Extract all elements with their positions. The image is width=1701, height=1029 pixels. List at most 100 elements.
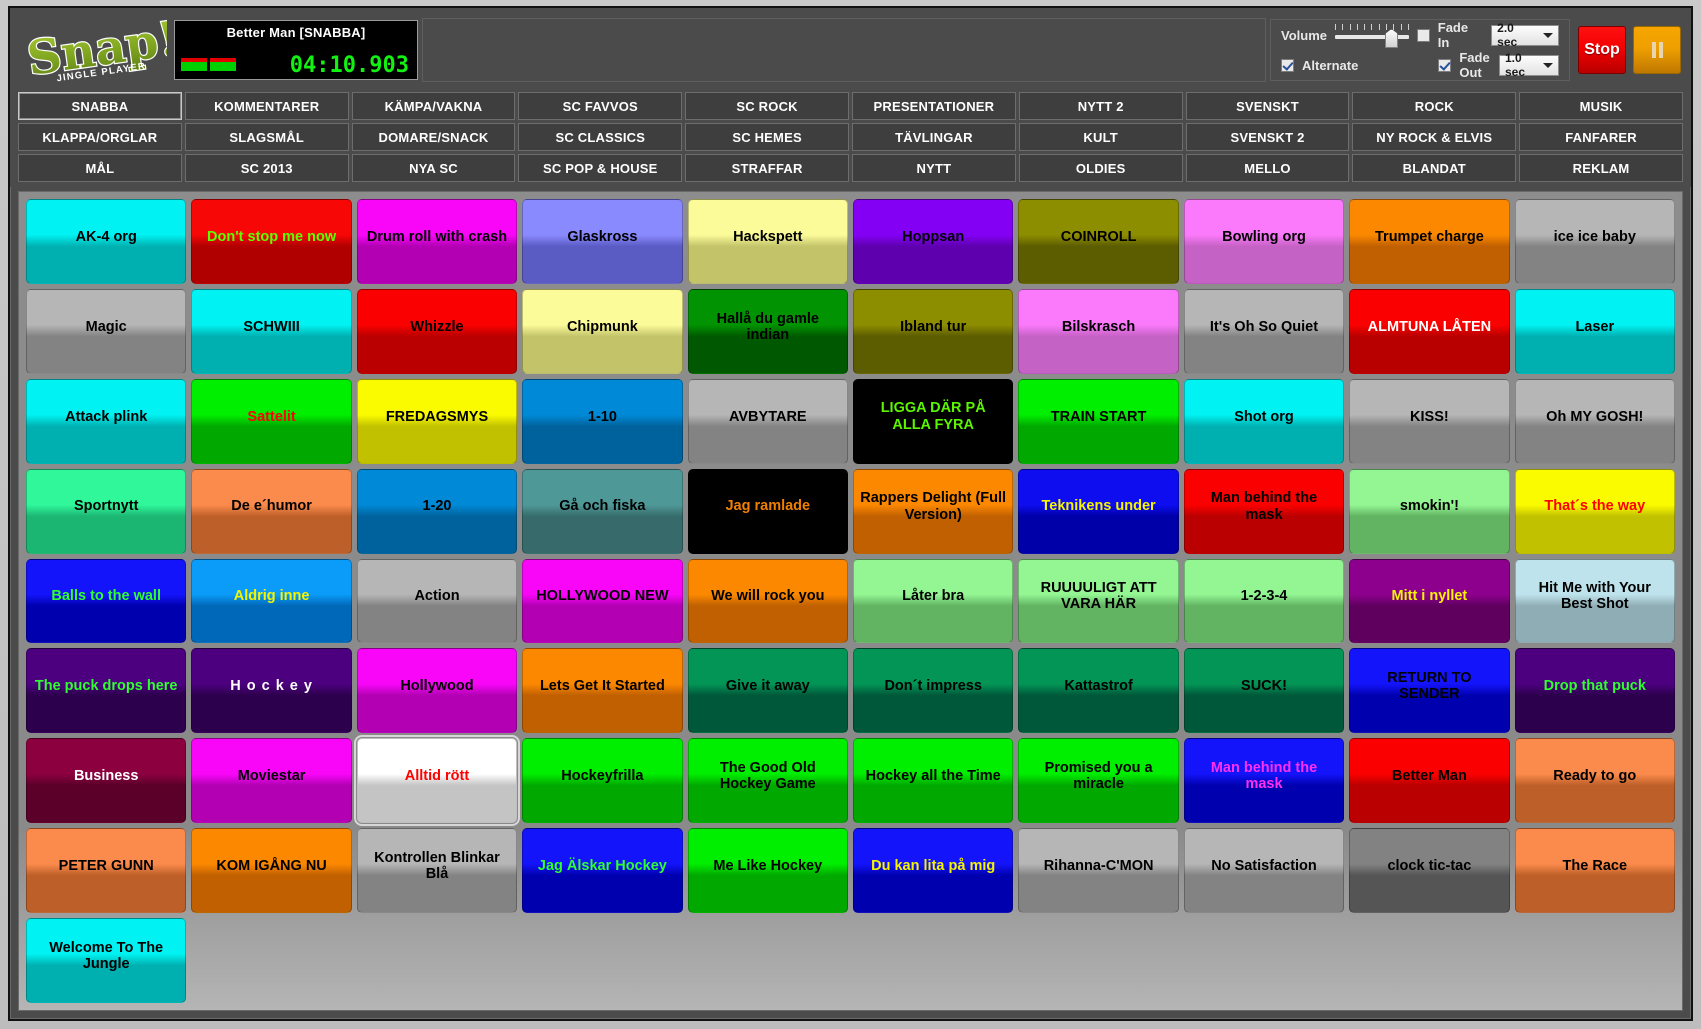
jingle-button[interactable]: It's Oh So Quiet xyxy=(1183,288,1345,374)
tab-blandat[interactable]: BLANDAT xyxy=(1352,154,1517,182)
jingle-button[interactable]: Man behind the mask xyxy=(1183,738,1345,824)
jingle-button[interactable]: Rappers Delight (Full Version) xyxy=(852,468,1014,554)
jingle-button[interactable]: No Satisfaction xyxy=(1183,828,1345,914)
fade-out-duration-select[interactable]: 1.0 sec xyxy=(1499,51,1559,79)
jingle-button[interactable]: H o c k e y xyxy=(191,648,352,734)
jingle-button[interactable]: De e´humor xyxy=(191,468,352,554)
jingle-button[interactable]: HOLLYWOOD NEW xyxy=(522,558,683,644)
jingle-button[interactable]: Bilskrasch xyxy=(1018,288,1179,374)
volume-slider[interactable] xyxy=(1335,24,1409,48)
tab-nytt[interactable]: NYTT xyxy=(851,154,1016,182)
jingle-button[interactable]: ALMTUNA LÅTEN xyxy=(1349,288,1510,374)
jingle-button[interactable]: Magic xyxy=(26,288,187,374)
jingle-button[interactable]: Don´t impress xyxy=(852,648,1014,734)
jingle-button[interactable]: Jag ramlade xyxy=(687,468,848,554)
jingle-button[interactable]: The Good Old Hockey Game xyxy=(687,738,848,824)
jingle-button[interactable]: Give it away xyxy=(687,648,848,734)
jingle-button[interactable]: Promised you a miracle xyxy=(1018,738,1179,824)
tab-sc-2013[interactable]: SC 2013 xyxy=(184,154,349,182)
tab-svenskt-2[interactable]: SVENSKT 2 xyxy=(1185,123,1350,151)
jingle-button[interactable]: Hoppsan xyxy=(852,199,1014,284)
jingle-button[interactable]: Attack plink xyxy=(26,378,187,464)
jingle-button[interactable]: Mitt i nyllet xyxy=(1349,558,1510,644)
jingle-button[interactable]: The puck drops here xyxy=(26,648,187,734)
tab-snabba[interactable]: SNABBA xyxy=(18,92,182,120)
tab-kommentarer[interactable]: KOMMENTARER xyxy=(184,92,349,120)
jingle-button[interactable]: Gå och fiska xyxy=(522,468,683,554)
tab-nytt-2[interactable]: NYTT 2 xyxy=(1018,92,1183,120)
jingle-button[interactable]: Bowling org xyxy=(1183,199,1345,284)
jingle-button[interactable]: Kontrollen Blinkar Blå xyxy=(356,828,518,914)
fade-in-duration-select[interactable]: 2.0 sec xyxy=(1491,21,1559,49)
jingle-button[interactable]: clock tic-tac xyxy=(1349,828,1510,914)
jingle-button[interactable]: Me Like Hockey xyxy=(687,828,848,914)
jingle-button[interactable]: AVBYTARE xyxy=(687,378,848,464)
jingle-button[interactable]: Jag Älskar Hockey xyxy=(522,828,683,914)
jingle-button[interactable]: LIGGA DÄR PÅ ALLA FYRA xyxy=(852,378,1014,464)
jingle-button[interactable]: SCHWIII xyxy=(191,288,352,374)
jingle-button[interactable]: Moviestar xyxy=(191,738,352,824)
jingle-button[interactable]: Rihanna-C'MON xyxy=(1018,828,1179,914)
jingle-button[interactable]: Better Man xyxy=(1349,738,1510,824)
jingle-button[interactable]: Oh MY GOSH! xyxy=(1514,378,1675,464)
tab-k-mpa-vakna[interactable]: KÄMPA/VAKNA xyxy=(351,92,516,120)
jingle-button[interactable]: Man behind the mask xyxy=(1183,468,1345,554)
jingle-button[interactable]: Hallå du gamle indian xyxy=(687,288,848,374)
tab-sc-pop-house[interactable]: SC POP & HOUSE xyxy=(518,154,683,182)
alternate-checkbox[interactable] xyxy=(1281,58,1294,72)
jingle-button[interactable]: Welcome To The Jungle xyxy=(26,918,187,1003)
jingle-button[interactable]: SUCK! xyxy=(1183,648,1345,734)
tab-m-l[interactable]: MÅL xyxy=(18,154,182,182)
jingle-button[interactable]: FREDAGSMYS xyxy=(356,378,518,464)
jingle-button[interactable]: Action xyxy=(356,558,518,644)
jingle-button[interactable]: Ready to go xyxy=(1514,738,1675,824)
jingle-button[interactable]: 1-20 xyxy=(356,468,518,554)
jingle-button[interactable]: 1-2-3-4 xyxy=(1183,558,1345,644)
jingle-button[interactable]: Business xyxy=(26,738,187,824)
tab-oldies[interactable]: OLDIES xyxy=(1018,154,1183,182)
jingle-button[interactable]: That´s the way xyxy=(1514,468,1675,554)
jingle-button[interactable]: Hollywood xyxy=(356,648,518,734)
jingle-button[interactable]: Sportnytt xyxy=(26,468,187,554)
jingle-button[interactable]: Ibland tur xyxy=(852,288,1014,374)
tab-sc-classics[interactable]: SC CLASSICS xyxy=(518,123,683,151)
jingle-button[interactable]: Alltid rött xyxy=(353,735,521,827)
tab-t-vlingar[interactable]: TÄVLINGAR xyxy=(851,123,1016,151)
tab-sc-favvos[interactable]: SC FAVVOS xyxy=(518,92,683,120)
jingle-button[interactable]: COINROLL xyxy=(1018,199,1179,284)
jingle-button[interactable]: AK-4 org xyxy=(26,199,187,284)
jingle-button[interactable]: smokin'! xyxy=(1349,468,1510,554)
jingle-button[interactable]: ice ice baby xyxy=(1514,199,1675,284)
jingle-button[interactable]: Kattastrof xyxy=(1018,648,1179,734)
jingle-button[interactable]: KOM IGÅNG NU xyxy=(191,828,352,914)
tab-domare-snack[interactable]: DOMARE/SNACK xyxy=(351,123,516,151)
jingle-button[interactable]: Låter bra xyxy=(852,558,1014,644)
jingle-button[interactable]: Sattelit xyxy=(191,378,352,464)
tab-reklam[interactable]: REKLAM xyxy=(1519,154,1683,182)
jingle-button[interactable]: 1-10 xyxy=(522,378,683,464)
jingle-button[interactable]: Teknikens under xyxy=(1018,468,1179,554)
jingle-button[interactable]: Don't stop me now xyxy=(191,199,352,284)
tab-sc-hemes[interactable]: SC HEMES xyxy=(685,123,849,151)
jingle-button[interactable]: Drop that puck xyxy=(1514,648,1675,734)
tab-mello[interactable]: MELLO xyxy=(1185,154,1350,182)
tab-presentationer[interactable]: PRESENTATIONER xyxy=(851,92,1016,120)
jingle-button[interactable]: The Race xyxy=(1514,828,1675,914)
tab-straffar[interactable]: STRAFFAR xyxy=(685,154,849,182)
jingle-button[interactable]: Balls to the wall xyxy=(26,558,187,644)
tab-ny-rock-elvis[interactable]: NY ROCK & ELVIS xyxy=(1352,123,1517,151)
jingle-button[interactable]: RETURN TO SENDER xyxy=(1349,648,1510,734)
jingle-button[interactable]: Hit Me with Your Best Shot xyxy=(1514,558,1675,644)
jingle-button[interactable]: We will rock you xyxy=(687,558,848,644)
jingle-button[interactable]: KISS! xyxy=(1349,378,1510,464)
tab-fanfarer[interactable]: FANFARER xyxy=(1519,123,1683,151)
jingle-button[interactable]: TRAIN START xyxy=(1018,378,1179,464)
tab-rock[interactable]: ROCK xyxy=(1352,92,1517,120)
jingle-button[interactable]: Hockeyfrilla xyxy=(522,738,683,824)
fade-out-checkbox[interactable] xyxy=(1438,58,1452,72)
jingle-button[interactable]: Lets Get It Started xyxy=(522,648,683,734)
tab-kult[interactable]: KULT xyxy=(1018,123,1183,151)
jingle-button[interactable]: Hackspett xyxy=(687,199,848,284)
jingle-button[interactable]: Du kan lita på mig xyxy=(852,828,1014,914)
jingle-button[interactable]: Glaskross xyxy=(522,199,683,284)
